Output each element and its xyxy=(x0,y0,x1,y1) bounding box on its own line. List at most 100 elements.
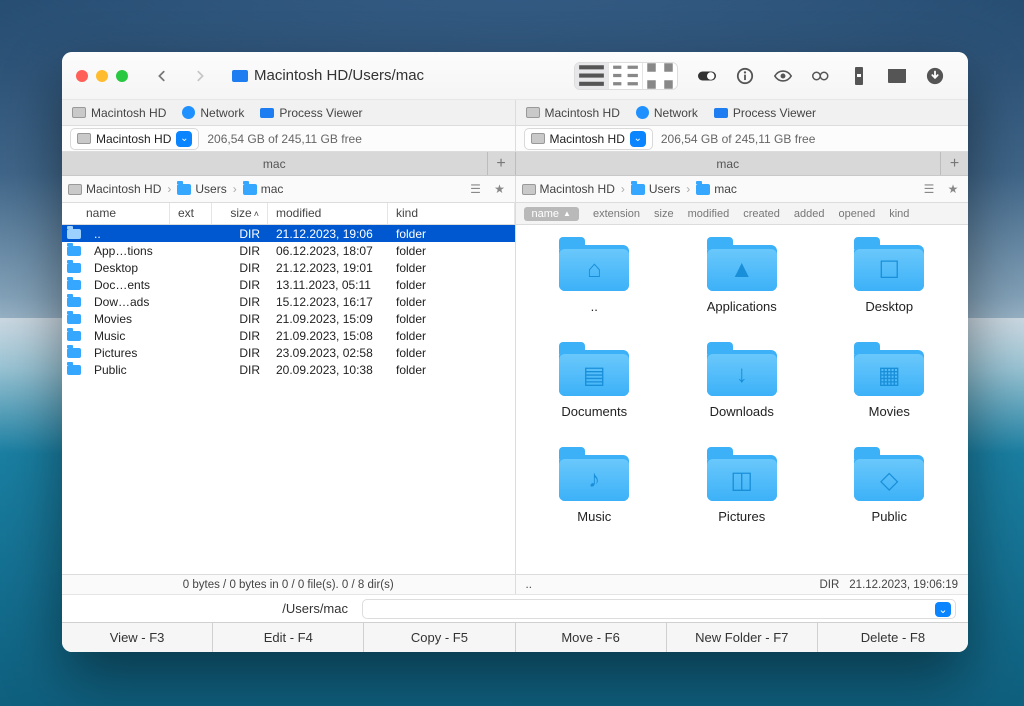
tab-right[interactable]: mac xyxy=(516,152,941,175)
disk-selector-right[interactable]: Macintosh HD ⌄ xyxy=(524,128,653,150)
breadcrumb-item[interactable]: Macintosh HD xyxy=(68,182,161,196)
folder-icon xyxy=(62,246,86,256)
eject-button[interactable] xyxy=(916,62,954,90)
command-input[interactable]: ⌄ xyxy=(362,599,956,619)
table-row[interactable]: Music DIR 21.09.2023, 15:08 folder xyxy=(62,327,515,344)
add-tab-left[interactable]: + xyxy=(487,152,515,175)
tab-left[interactable]: mac xyxy=(62,152,487,175)
cell-name: .. xyxy=(86,227,170,241)
grid-item[interactable]: ⌂ .. xyxy=(534,237,654,314)
chevron-right-icon: › xyxy=(233,182,237,196)
dropdown-icon[interactable]: ⌄ xyxy=(935,602,951,617)
cell-modified: 21.09.2023, 15:08 xyxy=(268,329,388,343)
col-ext[interactable]: ext xyxy=(170,203,212,224)
info-button[interactable] xyxy=(726,62,764,90)
nav-back-button[interactable] xyxy=(148,64,176,88)
folder-icon xyxy=(177,184,191,195)
window-title[interactable]: Macintosh HD/Users/mac xyxy=(232,67,564,84)
table-row[interactable]: Public DIR 20.09.2023, 10:38 folder xyxy=(62,361,515,378)
table-row[interactable]: App…tions DIR 06.12.2023, 18:07 folder xyxy=(62,242,515,259)
star-icon[interactable]: ★ xyxy=(491,182,509,196)
table-row[interactable]: Doc…ents DIR 13.11.2023, 05:11 folder xyxy=(62,276,515,293)
tab-bar: mac + mac + xyxy=(62,152,968,176)
grid-item[interactable]: ♪ Music xyxy=(534,447,654,524)
grid-item[interactable]: ◫ Pictures xyxy=(682,447,802,524)
minimize-button[interactable] xyxy=(96,70,108,82)
breadcrumb-item[interactable]: Users xyxy=(177,182,226,196)
folder-icon xyxy=(62,229,86,239)
sort-name-pill[interactable]: name xyxy=(524,207,579,221)
favorite-item[interactable]: Process Viewer xyxy=(260,106,362,120)
table-row[interactable]: Desktop DIR 21.12.2023, 19:01 folder xyxy=(62,259,515,276)
toggle-hidden-button[interactable] xyxy=(688,62,726,90)
folder-icon xyxy=(62,263,86,273)
list-header: name ext size˄ modified kind xyxy=(62,203,515,225)
function-key[interactable]: Edit - F4 xyxy=(213,623,364,652)
file-list[interactable]: .. DIR 21.12.2023, 19:06 folder App…tion… xyxy=(62,225,515,574)
icon-grid-body[interactable]: ⌂ .. ▲ Applications ☐ Desktop ▤ Document… xyxy=(516,225,969,574)
function-key[interactable]: Move - F6 xyxy=(516,623,667,652)
cell-modified: 13.11.2023, 05:11 xyxy=(268,278,388,292)
cell-kind: folder xyxy=(388,295,515,309)
hd-icon xyxy=(531,133,545,144)
view-icons-button[interactable] xyxy=(643,63,677,89)
breadcrumb-label: Users xyxy=(649,182,680,196)
cell-size: DIR xyxy=(212,329,268,343)
disk-selector-left[interactable]: Macintosh HD ⌄ xyxy=(70,128,199,150)
zoom-button[interactable] xyxy=(116,70,128,82)
table-row[interactable]: Pictures DIR 23.09.2023, 02:58 folder xyxy=(62,344,515,361)
col-added[interactable]: added xyxy=(794,208,825,220)
cell-modified: 21.09.2023, 15:09 xyxy=(268,312,388,326)
view-list-button[interactable] xyxy=(575,63,609,89)
search-button[interactable] xyxy=(802,62,840,90)
archive-button[interactable] xyxy=(840,62,878,90)
col-name[interactable]: name xyxy=(62,203,170,224)
grid-item[interactable]: ▦ Movies xyxy=(829,342,949,419)
grid-item[interactable]: ☐ Desktop xyxy=(829,237,949,314)
function-key[interactable]: Delete - F8 xyxy=(818,623,968,652)
cell-kind: folder xyxy=(388,329,515,343)
list-view-icon[interactable]: ☰ xyxy=(920,182,938,196)
grid-item[interactable]: ◇ Public xyxy=(829,447,949,524)
function-key[interactable]: View - F3 xyxy=(62,623,213,652)
disk-free-left: 206,54 GB of 245,11 GB free xyxy=(207,132,362,146)
favorite-item[interactable]: Process Viewer xyxy=(714,106,816,120)
breadcrumb-item[interactable]: Users xyxy=(631,182,680,196)
favorite-item[interactable]: Macintosh HD xyxy=(72,106,166,120)
table-row[interactable]: Movies DIR 21.09.2023, 15:09 folder xyxy=(62,310,515,327)
breadcrumb-item[interactable]: mac xyxy=(243,182,284,196)
function-key[interactable]: New Folder - F7 xyxy=(667,623,818,652)
col-opened[interactable]: opened xyxy=(838,208,875,220)
toolbar-icons xyxy=(574,62,954,90)
col-kind[interactable]: kind xyxy=(388,203,515,224)
col-size[interactable]: size xyxy=(654,208,674,220)
cell-modified: 23.09.2023, 02:58 xyxy=(268,346,388,360)
col-size[interactable]: size˄ xyxy=(212,203,268,224)
col-extension[interactable]: extension xyxy=(593,208,640,220)
favorite-item[interactable]: Network xyxy=(636,106,698,120)
nav-forward-button[interactable] xyxy=(186,64,214,88)
add-tab-right[interactable]: + xyxy=(940,152,968,175)
col-modified[interactable]: modified xyxy=(688,208,730,220)
col-modified[interactable]: modified xyxy=(268,203,388,224)
table-row[interactable]: .. DIR 21.12.2023, 19:06 folder xyxy=(62,225,515,242)
quicklook-button[interactable] xyxy=(764,62,802,90)
grid-label: Documents xyxy=(561,404,627,419)
breadcrumb-item[interactable]: Macintosh HD xyxy=(522,182,615,196)
star-icon[interactable]: ★ xyxy=(944,182,962,196)
favorite-item[interactable]: Network xyxy=(182,106,244,120)
close-button[interactable] xyxy=(76,70,88,82)
grid-item[interactable]: ↓ Downloads xyxy=(682,342,802,419)
share-button[interactable] xyxy=(878,62,916,90)
table-row[interactable]: Dow…ads DIR 15.12.2023, 16:17 folder xyxy=(62,293,515,310)
grid-item[interactable]: ▲ Applications xyxy=(682,237,802,314)
disk-name-left: Macintosh HD xyxy=(96,132,171,146)
grid-item[interactable]: ▤ Documents xyxy=(534,342,654,419)
list-view-icon[interactable]: ☰ xyxy=(467,182,485,196)
function-key[interactable]: Copy - F5 xyxy=(364,623,515,652)
favorite-item[interactable]: Macintosh HD xyxy=(526,106,620,120)
col-created[interactable]: created xyxy=(743,208,780,220)
breadcrumb-item[interactable]: mac xyxy=(696,182,737,196)
col-kind[interactable]: kind xyxy=(889,208,909,220)
view-columns-button[interactable] xyxy=(609,63,643,89)
